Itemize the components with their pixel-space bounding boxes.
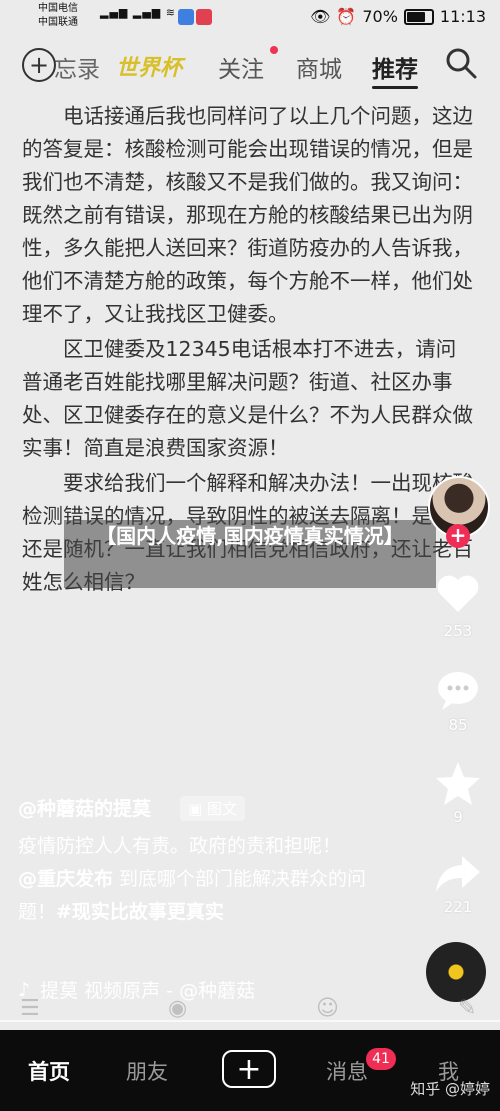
top-nav: 忘录 推荐 关注 商城 xyxy=(0,34,500,96)
share-count: 221 xyxy=(443,898,473,916)
camera-icon: ◉ xyxy=(168,996,188,1021)
app-notify-icon xyxy=(196,9,212,25)
music-disc-icon[interactable] xyxy=(426,942,486,1002)
battery-icon xyxy=(403,8,434,25)
tab-world-cup[interactable]: 世界杯 xyxy=(116,50,182,82)
notification-icons xyxy=(178,9,214,29)
tab-recommend[interactable]: 推荐 xyxy=(372,50,418,84)
alarm-icon: ⏰ xyxy=(336,7,357,26)
nav-messages[interactable]: 消息 xyxy=(326,1056,368,1086)
carrier-1: 中国电信 xyxy=(38,3,78,14)
bottom-nav: 首页 朋友 + 消息 41 我 知乎 @婷婷 xyxy=(0,1030,500,1111)
add-circle-icon[interactable]: + xyxy=(22,48,56,82)
nav-home[interactable]: 首页 xyxy=(28,1056,70,1086)
battery-fill xyxy=(406,11,426,22)
article-paragraph: 电话接通后我也同样问了以上几个问题，这边的答复是：核酸检测可能会出现错误的情况，… xyxy=(22,104,473,326)
top-nav-fragment[interactable]: 忘录 xyxy=(54,50,100,84)
add-button[interactable]: + xyxy=(222,1050,276,1088)
signal-icon: ▂▄▆ ▂▄▆ ≋ xyxy=(100,6,176,19)
watermark: 知乎 @婷婷 xyxy=(410,1080,490,1098)
comment-icon[interactable] xyxy=(432,664,484,716)
list-icon: ☰ xyxy=(20,996,40,1021)
comment-count: 85 xyxy=(448,716,468,734)
tab-follow[interactable]: 关注 xyxy=(218,50,264,84)
carrier-2: 中国联通 xyxy=(38,17,78,28)
description-line: 疫情防控人人有责。政府的责和担呢！ xyxy=(18,835,342,857)
status-bar: 中国电信 中国联通 ▂▄▆ ▂▄▆ ≋ 👁 ⏰ 70% 11:13 xyxy=(0,0,500,34)
article-paragraph: 区卫健委及12345电话根本打不进去，请问普通老百姓能找哪里解决问题？街道、社区… xyxy=(22,337,473,460)
like-count: 253 xyxy=(443,622,473,640)
hashtag-link[interactable]: #现实比故事更真实 xyxy=(56,901,224,923)
eye-icon: 👁 xyxy=(310,7,331,26)
nav-friends[interactable]: 朋友 xyxy=(126,1056,168,1086)
clock: 11:13 xyxy=(439,7,486,26)
search-icon[interactable] xyxy=(444,46,478,80)
favorite-count: 9 xyxy=(453,808,463,826)
share-arrow-icon[interactable] xyxy=(432,848,484,900)
follow-dot xyxy=(270,46,278,54)
app-notify-icon xyxy=(178,9,194,25)
image-text-badge: ▣ 图文 xyxy=(180,796,245,821)
favorite-star-icon[interactable] xyxy=(432,758,484,810)
smile-icon: ☺ xyxy=(316,996,339,1021)
like-heart-icon[interactable] xyxy=(432,568,484,620)
badge-label: 图文 xyxy=(206,800,237,818)
carrier-info: 中国电信 中国联通 xyxy=(38,2,78,30)
post-description: 疫情防控人人有责。政府的责和担呢！ @重庆发布 到底哪个部门能解决群众的问题！#… xyxy=(18,830,398,929)
battery-text: 70% xyxy=(362,7,398,26)
status-right: 👁 ⏰ 70% 11:13 xyxy=(310,7,486,26)
follow-button[interactable]: + xyxy=(446,524,470,548)
active-tab-indicator xyxy=(372,86,418,89)
progress-bar[interactable] xyxy=(0,1020,500,1022)
edit-icon: ✎ xyxy=(458,996,477,1021)
mention-link[interactable]: @重庆发布 xyxy=(18,868,113,890)
tab-mall[interactable]: 商城 xyxy=(296,50,342,84)
overlay-title: 【国内人疫情,国内疫情真实情况】 xyxy=(64,520,436,588)
author-name[interactable]: @种蘑菇的提莫 xyxy=(18,794,151,821)
messages-badge: 41 xyxy=(366,1048,396,1070)
